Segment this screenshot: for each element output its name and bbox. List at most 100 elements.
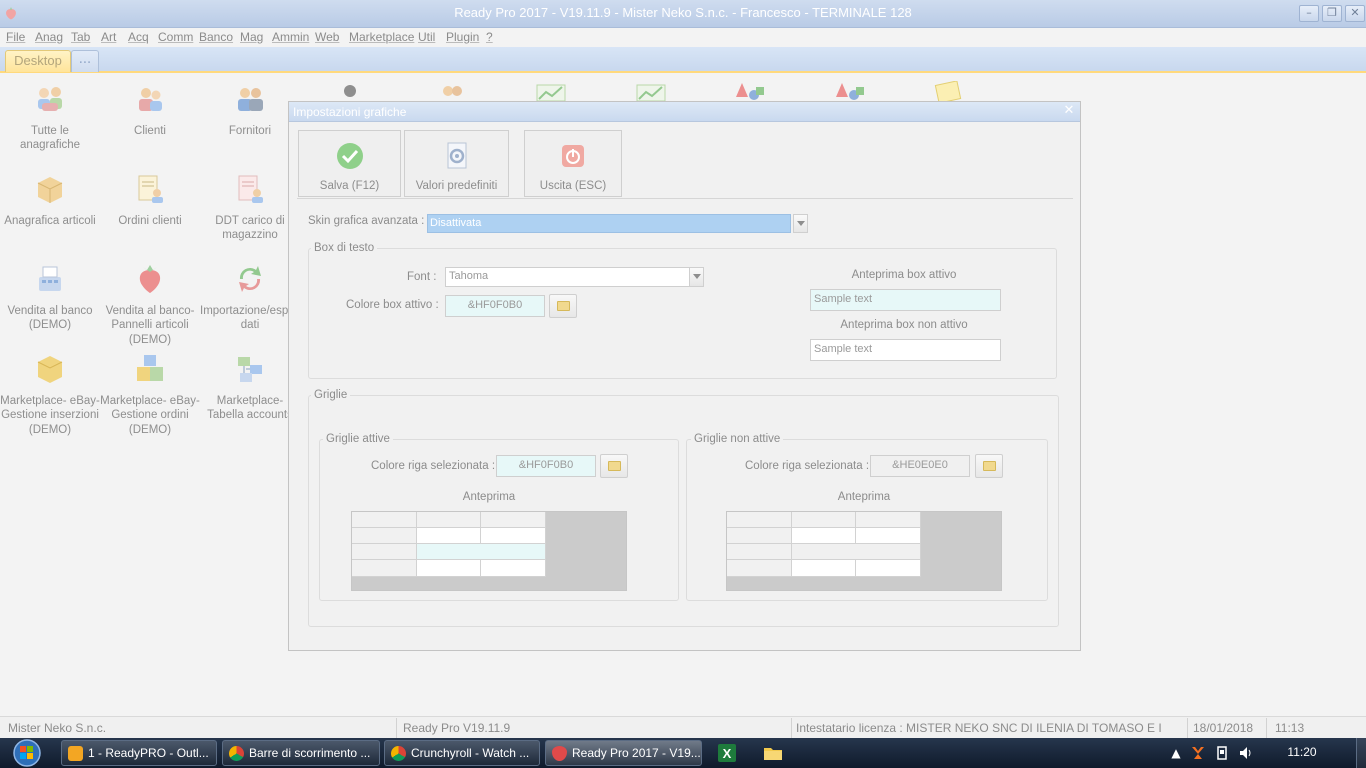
inactive-box-preview: Sample text (810, 339, 1001, 361)
menu-art[interactable]: Art (101, 30, 116, 44)
menu-file[interactable]: File (6, 30, 25, 44)
inactive-row-color-field[interactable]: &HE0E0E0 (870, 455, 970, 477)
minimize-button[interactable]: – (1299, 5, 1319, 22)
grid-cell (727, 560, 792, 577)
menu-util[interactable]: Util (418, 30, 435, 44)
active-row-color-field[interactable]: &HF0F0B0 (496, 455, 596, 477)
desktop-icon-import-export[interactable]: Importazione/esportazione dati (200, 263, 336, 333)
menu-mag[interactable]: Mag (240, 30, 263, 44)
save-button[interactable]: Salva (F12) (298, 130, 401, 197)
menu-marketplace[interactable]: Marketplace (349, 30, 414, 44)
desktop-icon-ebay-orders[interactable]: Marketplace- eBay- Gestione ordini (DEMO… (100, 353, 200, 437)
customer-orders-icon (138, 175, 163, 203)
grid-cell (352, 560, 417, 577)
chrome-icon (391, 746, 406, 761)
grid-cell (417, 512, 481, 528)
active-row-color-picker-button[interactable] (600, 454, 628, 478)
device-icon[interactable] (1214, 745, 1230, 761)
suppliers-icon (238, 88, 263, 111)
menu-tab[interactable]: Tab (71, 30, 90, 44)
font-select[interactable]: Tahoma (445, 267, 691, 287)
speaker-icon[interactable] (1238, 745, 1254, 761)
textbox-group-title: Box di testo (311, 242, 378, 254)
strawberry-icon[interactable] (4, 6, 18, 20)
grid-selected-row (792, 544, 921, 560)
skin-select[interactable]: Disattivata (427, 214, 791, 233)
note-icon[interactable] (934, 81, 964, 101)
dialog-close-button[interactable]: ✕ (1062, 104, 1076, 118)
close-button[interactable]: ✕ (1345, 5, 1365, 22)
chart-icon[interactable] (536, 83, 566, 101)
defaults-button-label: Valori predefiniti (415, 180, 498, 192)
menu-anag[interactable]: Anag (35, 30, 63, 44)
active-box-color-field[interactable]: &HF0F0B0 (445, 295, 545, 317)
show-desktop-button[interactable] (1356, 738, 1366, 768)
antivirus-icon[interactable] (1190, 745, 1206, 761)
desktop-icon-counter-sale[interactable]: Vendita al banco (DEMO) (0, 263, 100, 333)
chart-icon[interactable] (636, 83, 666, 101)
skin-dropdown-arrow-icon[interactable] (793, 214, 808, 233)
taskbar-item-chrome-crunchyroll[interactable]: Crunchyroll - Watch ... (384, 740, 540, 766)
desktop-icon-articles[interactable]: Anagrafica articoli (0, 173, 100, 228)
menu-ammin[interactable]: Ammin (272, 30, 309, 44)
desktop-icon-label: Importazione/esportazione dati (200, 304, 336, 332)
active-box-color-picker-button[interactable] (549, 294, 577, 318)
excel-icon[interactable]: X (716, 742, 738, 764)
taskbar-item-chrome-scrollbars[interactable]: Barre di scorrimento ... (222, 740, 380, 766)
desktop-icon-label: Marketplace- eBay- Gestione ordini (DEMO… (100, 394, 200, 436)
shapes-icon[interactable] (734, 81, 766, 101)
people-group-icon[interactable] (438, 83, 466, 101)
menu-web[interactable]: Web (315, 30, 339, 44)
desktop-icon-label: Vendita al banco- Pannelli articoli (DEM… (105, 304, 195, 346)
desktop-icon-label: Tutte le anagrafiche (19, 124, 81, 152)
folder-icon (608, 461, 621, 471)
taskbar-item-readypro[interactable]: Ready Pro 2017 - V19... (545, 740, 702, 766)
defaults-button[interactable]: Valori predefiniti (404, 130, 509, 197)
menu-comm[interactable]: Comm (158, 30, 193, 44)
menu-banco[interactable]: Banco (199, 30, 233, 44)
menu-help[interactable]: ? (486, 30, 493, 44)
skin-label: Skin grafica avanzata : (308, 215, 425, 227)
active-grids-group-title: Griglie attive (323, 433, 393, 445)
desktop-icon-counter-panels[interactable]: Vendita al banco- Pannelli articoli (DEM… (100, 263, 200, 347)
shapes-icon[interactable] (834, 81, 866, 101)
grid-cell (856, 512, 921, 528)
window-title: Ready Pro 2017 - V19.11.9 - Mister Neko … (454, 5, 912, 20)
folder-icon (557, 301, 570, 311)
restore-button[interactable]: ❐ (1322, 5, 1342, 22)
active-grid-preview-label: Anteprima (462, 491, 516, 503)
desktop-icon-all-contacts[interactable]: Tutte le anagrafiche (0, 83, 100, 153)
desktop-icon-label: Anagrafica articoli (4, 214, 96, 227)
tab-strip (0, 47, 1366, 72)
inactive-row-color-picker-button[interactable] (975, 454, 1003, 478)
desktop-icon-ebay-listings[interactable]: Marketplace- eBay- Gestione inserzioni (… (0, 353, 100, 437)
grid-cell (856, 560, 921, 577)
desktop-icon-customers[interactable]: Clienti (100, 83, 200, 138)
inactive-grid-preview (726, 511, 1002, 591)
menu-acq[interactable]: Acq (128, 30, 149, 44)
people-group-icon (38, 87, 62, 111)
dialog-titlebar[interactable]: Impostazioni grafiche ✕ (289, 102, 1080, 122)
font-dropdown-arrow-icon[interactable] (689, 267, 704, 287)
desktop-icon-marketplace-accounts[interactable]: Marketplace- Tabella accounts (200, 353, 300, 423)
desktop-icon-warehouse-ddt[interactable]: DDT carico di magazzino (200, 173, 300, 243)
exit-button[interactable]: Uscita (ESC) (524, 130, 622, 197)
start-button-windows-icon[interactable] (5, 738, 45, 768)
grid-cell (792, 560, 856, 577)
desktop-icon-suppliers[interactable]: Fornitori (200, 83, 300, 138)
folder-icon[interactable] (762, 742, 784, 764)
tab-desktop[interactable]: Desktop (5, 50, 71, 72)
person-icon[interactable] (338, 83, 362, 101)
grid-cell (856, 528, 921, 544)
grid-selected-row (417, 544, 546, 560)
save-button-label: Salva (F12) (319, 180, 380, 192)
status-date: 18/01/2018 (1188, 718, 1267, 738)
grid-cell (352, 544, 417, 560)
menu-plugin[interactable]: Plugin (446, 30, 479, 44)
desktop-icon-customer-orders[interactable]: Ordini clienti (100, 173, 200, 228)
tray-expand-icon[interactable]: ▲ (1168, 745, 1184, 761)
taskbar-item-outlook[interactable]: 1 - ReadyPRO - Outl... (61, 740, 217, 766)
window-titlebar[interactable]: Ready Pro 2017 - V19.11.9 - Mister Neko … (0, 0, 1366, 28)
tab-more[interactable]: ... (71, 50, 99, 72)
taskbar-clock[interactable]: 11:20 (1274, 745, 1330, 759)
